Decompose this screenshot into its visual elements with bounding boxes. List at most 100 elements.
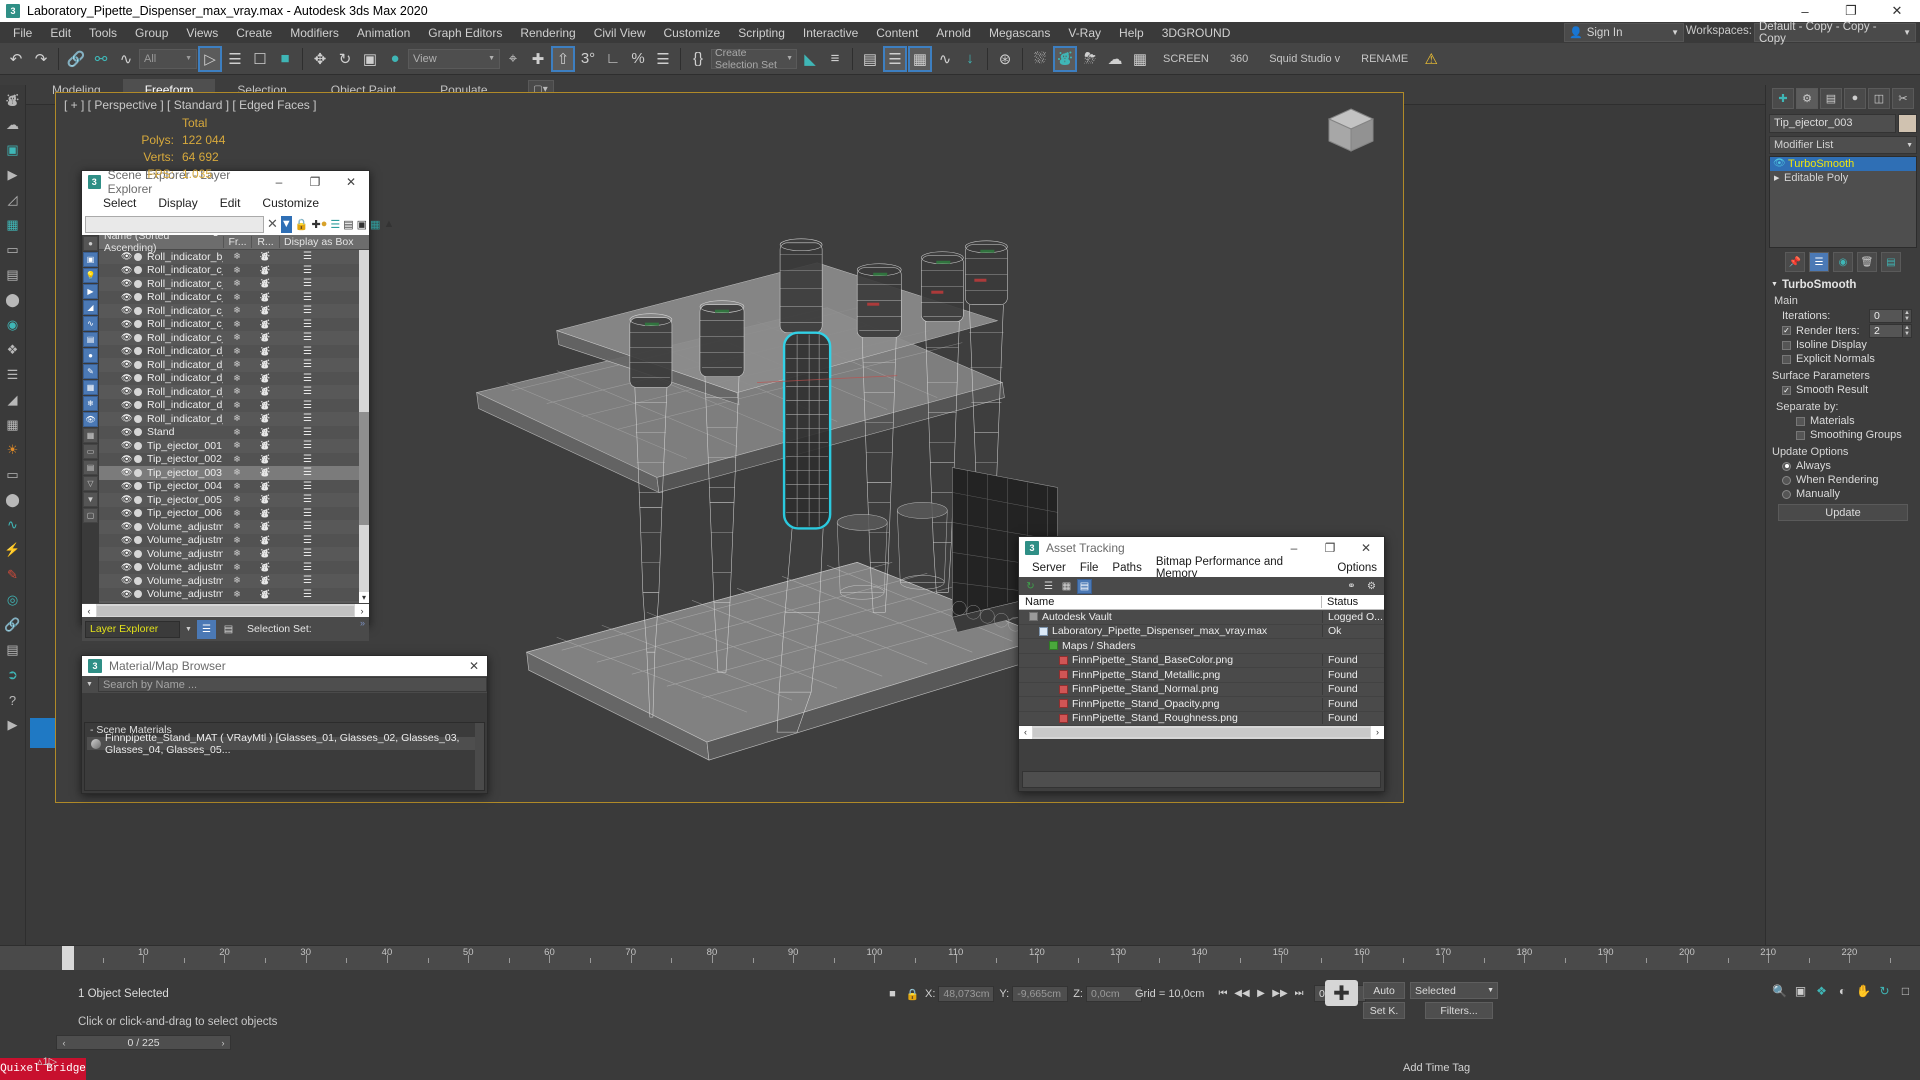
spinner-arrows-icon[interactable]: ▲ ▼ <box>1903 308 1912 323</box>
expand-arrow-icon[interactable]: ▶ <box>1774 174 1784 182</box>
range-left-icon[interactable]: ‹ <box>57 1038 71 1048</box>
table-row[interactable]: FinnPipette_Stand_BaseColor.png Found <box>1019 654 1384 668</box>
layer-color-dot-icon[interactable] <box>134 455 142 464</box>
se-side-bookmark-icon[interactable]: ▢ <box>83 508 98 523</box>
view-cube[interactable] <box>1325 105 1377 157</box>
table-row[interactable]: Autodesk Vault Logged O... <box>1019 610 1384 625</box>
table-row[interactable]: 👁 Volume_adjustment_006❄⛇☰ <box>99 587 369 602</box>
display-as-box-icon[interactable]: ☰ <box>279 440 369 451</box>
display-as-box-icon[interactable]: ☰ <box>279 305 369 316</box>
minimize-button[interactable]: – <box>1782 0 1828 22</box>
plane-icon[interactable]: ▭ <box>2 239 24 261</box>
remove-modifier-icon[interactable]: 🗑 <box>1857 252 1877 272</box>
at-menu-server[interactable]: Server <box>1025 562 1073 574</box>
display-as-box-icon[interactable]: ☰ <box>279 319 369 330</box>
scene-explorer-list[interactable]: Name (Sorted Ascending) ▲ Fr... R... Dis… <box>99 235 369 603</box>
layer-mode-button[interactable]: ☰ <box>196 619 216 639</box>
wave-icon[interactable]: ∿ <box>2 514 24 536</box>
filter-icon[interactable]: ▼ <box>280 215 292 233</box>
table-row[interactable]: 👁Volume_adjustment_005❄⛇☰ <box>99 574 369 588</box>
layer-properties-icon[interactable]: ▦ <box>370 216 380 233</box>
next-frame-icon[interactable]: ▶▶ <box>1272 984 1288 1002</box>
layer-color-dot-icon[interactable] <box>134 576 142 585</box>
ray-icon[interactable]: ◿ <box>2 189 24 211</box>
visibility-eye-icon[interactable]: 👁 <box>121 319 132 330</box>
se-side-hidden-icon[interactable]: 👁 <box>83 412 98 427</box>
layer-color-dot-icon[interactable] <box>134 563 142 572</box>
display-as-box-icon[interactable]: ☰ <box>279 575 369 586</box>
table-row[interactable]: 👁Volume_adjustment_003❄⛇☰ <box>99 547 369 561</box>
zoom-extents-icon[interactable]: ❖ <box>1813 982 1830 999</box>
modifier-stack[interactable]: 👁 TurboSmooth ▶ Editable Poly <box>1769 156 1917 248</box>
se-menu-select[interactable]: Select <box>92 195 147 211</box>
bind-to-space-warp-icon[interactable]: ∿ <box>114 46 138 72</box>
table-row[interactable]: 👁Roll_indicator_d_002❄⛇☰ <box>99 358 369 372</box>
select-and-place-icon[interactable]: ● <box>383 46 407 72</box>
materials-row[interactable]: Materials <box>1768 414 1918 428</box>
bridge-icon[interactable]: ▤ <box>2 639 24 661</box>
se-side-select-all-icon[interactable]: ● <box>83 236 98 251</box>
tab-hierarchy[interactable]: ▤ <box>1820 87 1842 109</box>
select-and-scale-icon[interactable]: ▣ <box>358 46 382 72</box>
pin-stack-icon[interactable]: 📌 <box>1785 252 1805 272</box>
layers-icon[interactable]: ☰ <box>330 216 340 233</box>
use-pivot-point-center-icon[interactable]: ⌖ <box>501 46 525 72</box>
asset-tracking-horizontal-scrollbar[interactable]: ‹ › <box>1019 726 1384 739</box>
cube-icon[interactable]: ▦ <box>2 414 24 436</box>
layer-color-dot-icon[interactable] <box>134 387 142 396</box>
menu-graph-editors[interactable]: Graph Editors <box>419 24 511 42</box>
modifier-stack-item-editable-poly[interactable]: ▶ Editable Poly <box>1770 171 1916 185</box>
visibility-eye-icon[interactable]: 👁 <box>121 413 132 424</box>
particle-view-icon[interactable]: ⊛ <box>993 46 1017 72</box>
table-row[interactable]: 👁Volume_adjustment_002❄⛇☰ <box>99 533 369 547</box>
x-coordinate-field[interactable]: X: 48,073cm <box>925 986 995 1002</box>
h-scrollbar-thumb[interactable] <box>97 605 354 616</box>
visibility-eye-icon[interactable]: 👁 <box>121 548 132 559</box>
dot-icon[interactable]: ⬤ <box>2 489 24 511</box>
always-radio[interactable] <box>1782 461 1791 471</box>
scene-explorer-window[interactable]: 3 Scene Explorer - Layer Explorer – ❐ ✕ … <box>81 168 394 641</box>
layer-color-dot-icon[interactable] <box>134 549 142 558</box>
display-as-box-icon[interactable]: ☰ <box>279 413 369 424</box>
display-as-box-icon[interactable]: ☰ <box>279 251 369 262</box>
layer-color-dot-icon[interactable] <box>134 495 142 504</box>
layer-color-dot-icon[interactable] <box>134 536 142 545</box>
material-search-input[interactable]: Search by Name ... <box>97 677 487 692</box>
menu-group[interactable]: Group <box>126 24 177 42</box>
explorer-name-field[interactable]: Layer Explorer <box>85 620 180 638</box>
redo-icon[interactable]: ↷ <box>29 46 53 72</box>
create-selection-set-dropdown[interactable]: Create Selection Set ▼ <box>711 47 797 71</box>
table-row[interactable]: 👁 Tip_ejector_001 ❄ ⛇ ☰ <box>99 439 369 453</box>
layer-color-dot-icon[interactable] <box>134 374 142 383</box>
schematic-view-icon[interactable]: ↓ <box>958 46 982 72</box>
camera-icon[interactable]: ▶ <box>2 164 24 186</box>
modifier-visibility-icon[interactable]: 👁 <box>1773 158 1786 169</box>
smoothing-groups-row[interactable]: Smoothing Groups <box>1768 428 1918 442</box>
layer-color-dot-icon[interactable] <box>134 401 142 410</box>
visibility-eye-icon[interactable]: 👁 <box>121 589 132 600</box>
at-menu-paths[interactable]: Paths <box>1105 562 1148 574</box>
visibility-eye-icon[interactable]: 👁 <box>121 562 132 573</box>
menu-megascans[interactable]: Megascans <box>980 24 1059 42</box>
table-row[interactable]: 👁 Tip_ejector_005 ❄ ⛇ ☰ <box>99 493 369 507</box>
box-icon[interactable]: ▣ <box>2 139 24 161</box>
freeze-icon[interactable]: ❄ <box>223 292 251 303</box>
explicit-normals-row[interactable]: Explicit Normals <box>1768 352 1918 366</box>
select-and-link-icon[interactable]: 🔗 <box>64 46 88 72</box>
visibility-eye-icon[interactable]: 👁 <box>121 346 132 357</box>
freeze-icon[interactable]: ❄ <box>223 427 251 438</box>
column-frozen[interactable]: Fr... <box>223 236 251 248</box>
layer-color-dot-icon[interactable] <box>134 266 142 275</box>
thumbnail-view-icon[interactable]: ▦ <box>1059 578 1074 594</box>
key-filters-button[interactable]: Filters... <box>1425 1002 1493 1019</box>
render-iters-checkbox[interactable]: ✓ <box>1782 326 1791 335</box>
close-button[interactable]: ✕ <box>1874 0 1920 22</box>
renderable-teapot-icon[interactable]: ⛇ <box>251 587 279 602</box>
se-side-bones-icon[interactable]: ✎ <box>83 364 98 379</box>
table-row[interactable]: 👁Roll_indicator_d_005❄⛇☰ <box>99 398 369 412</box>
unlink-selection-icon[interactable]: ⚯ <box>89 46 113 72</box>
vault-settings-icon[interactable]: ⚙ <box>1364 578 1379 594</box>
table-row[interactable]: 👁Roll_indicator_c_003❄⛇☰ <box>99 290 369 304</box>
go-to-end-icon[interactable]: ⏭ <box>1291 984 1307 1002</box>
at-column-status[interactable]: Status <box>1322 596 1384 608</box>
